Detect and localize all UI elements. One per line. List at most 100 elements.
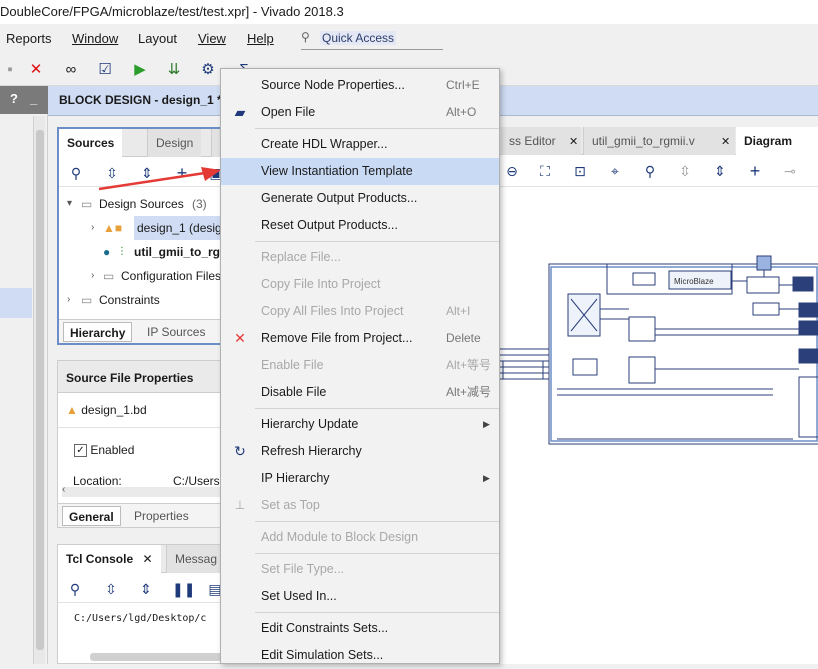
tree-design-1[interactable]: › ▲■ design_1 (desig (59, 216, 234, 240)
binoculars-icon[interactable]: ∞ (61, 60, 81, 80)
tab-util-gmii-v-label: util_gmii_to_rgmii.v (592, 134, 695, 148)
menu-item-label: Source Node Properties... (261, 78, 405, 92)
scroll-left-icon[interactable]: ‹ (62, 484, 65, 495)
menu-item-enable-file: Enable File Alt+等号 (221, 352, 499, 379)
tab-ip-sources[interactable]: IP Sources (141, 322, 211, 342)
menu-item-refresh-hierarchy[interactable]: ↻ Refresh Hierarchy (221, 438, 499, 465)
menu-item-ip-hierarchy[interactable]: IP Hierarchy ▶ (221, 465, 499, 492)
block-design-icon: ▲■ (103, 221, 123, 235)
left-strip-scrollbar[interactable] (33, 116, 45, 664)
tab-general[interactable]: General (62, 506, 121, 526)
menu-item-label: IP Hierarchy (261, 471, 330, 485)
submenu-arrow-icon: ▶ (483, 473, 490, 483)
menu-item-create-hdl-wrapper[interactable]: Create HDL Wrapper... (221, 131, 499, 158)
tab-properties[interactable]: Properties (128, 506, 195, 526)
menu-item-label: Set Used In... (261, 589, 337, 603)
tab-design[interactable]: Design (147, 129, 202, 157)
menu-item-disable-file[interactable]: Disable File Alt+减号 (221, 379, 499, 406)
zoom-selection-icon[interactable]: ⊡ (571, 162, 589, 180)
menu-item-shortcut: Ctrl+E (446, 78, 480, 92)
sfp-hscrollbar[interactable]: ‹ (62, 484, 228, 497)
tab-tcl-console[interactable]: Tcl Console ✕ (58, 545, 161, 573)
menu-separator (255, 241, 499, 242)
close-icon[interactable]: ✕ (569, 135, 578, 148)
menu-item-reset-output-products[interactable]: Reset Output Products... (221, 212, 499, 239)
fit-icon[interactable]: ⛶ (536, 162, 554, 180)
crosshair-icon[interactable]: ⌖ (606, 162, 624, 180)
hierarchy-top-icon: ⊥ (234, 498, 246, 512)
tab-util-gmii-v[interactable]: util_gmii_to_rgmii.v (583, 127, 735, 155)
tab-sources[interactable]: Sources (59, 129, 123, 157)
menu-help[interactable]: Help (247, 31, 274, 46)
enabled-checkbox-row[interactable]: ✓ Enabled (74, 443, 134, 458)
expand-all-icon[interactable]: ⇕ (137, 580, 155, 598)
menu-separator (255, 128, 499, 129)
collapsed-chevron-icon[interactable]: › (91, 264, 101, 288)
expand-all-icon[interactable]: ⇕ (711, 162, 729, 180)
block-mid-1 (628, 316, 656, 342)
collapse-all-icon[interactable]: ⇳ (676, 162, 694, 180)
config-files-label: Configuration Files (121, 269, 222, 283)
menubar: Reports Window Layout View Help ⚲ Quick … (0, 24, 818, 54)
settings-gear-icon[interactable]: ⚙ (198, 60, 218, 80)
menu-window[interactable]: Window (72, 31, 118, 46)
menu-item-label: Open File (261, 105, 316, 119)
menu-item-label: Set as Top (261, 498, 320, 512)
menu-item-open-file[interactable]: ▰ Open File Alt+O (221, 99, 499, 126)
location-row: Location: C:/Users (73, 474, 220, 488)
search-icon[interactable]: ⚲ (67, 164, 85, 182)
menu-layout[interactable]: Layout (138, 31, 177, 46)
design-sources-label: Design Sources (99, 197, 184, 211)
sfp-file-name: design_1.bd (81, 403, 147, 417)
menu-view[interactable]: View (198, 31, 226, 46)
menu-item-set-used-in[interactable]: Set Used In... (221, 583, 499, 610)
enabled-checkbox[interactable]: ✓ (74, 444, 87, 458)
menu-item-copy-file-into-project: Copy File Into Project (221, 271, 499, 298)
quick-access-search[interactable]: ⚲ Quick Access (301, 28, 443, 50)
zoom-out-icon[interactable]: ⊖ (503, 162, 521, 180)
menu-separator (255, 553, 499, 554)
help-icon[interactable]: ? (10, 91, 18, 106)
pause-icon[interactable]: ❚❚ (172, 580, 195, 598)
menu-item-source-node-properties[interactable]: Source Node Properties... Ctrl+E (221, 72, 499, 99)
minimize-icon[interactable]: _ (30, 91, 37, 106)
menu-item-remove-file[interactable]: ✕ Remove File from Project... Delete (221, 325, 499, 352)
menu-item-view-instantiation-template[interactable]: View Instantiation Template (221, 158, 499, 185)
tab-diagram[interactable]: Diagram (736, 127, 818, 155)
connect-icon[interactable]: ⊸ (781, 162, 799, 180)
expanded-chevron-icon[interactable]: ▾ (67, 192, 77, 216)
menu-item-shortcut: Delete (446, 331, 481, 345)
search-icon[interactable]: ⚲ (641, 162, 659, 180)
close-icon[interactable]: ✕ (721, 135, 730, 148)
collapse-all-icon[interactable]: ⇳ (102, 580, 120, 598)
menu-item-edit-simulation-sets[interactable]: Edit Simulation Sets... (221, 642, 499, 669)
hierarchy-icon: ⋮ (117, 246, 127, 257)
block-dark (792, 276, 814, 292)
menu-separator (255, 408, 499, 409)
toolbar-partial-icon[interactable]: ▪ (0, 60, 20, 80)
run-icon[interactable]: ▶ (130, 60, 150, 80)
block-right-3 (798, 320, 818, 336)
program-icon[interactable]: ⇊ (164, 60, 184, 80)
left-strip-selected-item[interactable] (0, 288, 32, 318)
tab-address-editor-label: ss Editor (509, 134, 556, 148)
menu-item-shortcut: Alt+O (446, 105, 477, 119)
menu-item-edit-constraints-sets[interactable]: Edit Constraints Sets... (221, 615, 499, 642)
tcl-hscrollbar[interactable] (90, 653, 230, 661)
collapsed-chevron-icon[interactable]: › (91, 216, 101, 240)
tab-hierarchy[interactable]: Hierarchy (63, 322, 133, 342)
delete-x-icon[interactable]: ✕ (26, 60, 46, 80)
menu-reports[interactable]: Reports (6, 31, 52, 46)
search-icon[interactable]: ⚲ (66, 580, 84, 598)
menu-item-hierarchy-update[interactable]: Hierarchy Update ▶ (221, 411, 499, 438)
collapsed-chevron-icon[interactable]: › (67, 288, 77, 312)
add-icon[interactable]: + (746, 162, 764, 180)
menu-item-generate-output-products[interactable]: Generate Output Products... (221, 185, 499, 212)
tab-messages[interactable]: Messag (166, 545, 226, 573)
folder-icon: ▭ (81, 293, 93, 307)
scrollbar-thumb[interactable] (36, 130, 44, 650)
block-small (632, 272, 656, 286)
close-icon[interactable]: ✕ (142, 552, 152, 566)
checklist-icon[interactable]: ☑ (95, 60, 115, 80)
block-right-2 (798, 302, 818, 318)
